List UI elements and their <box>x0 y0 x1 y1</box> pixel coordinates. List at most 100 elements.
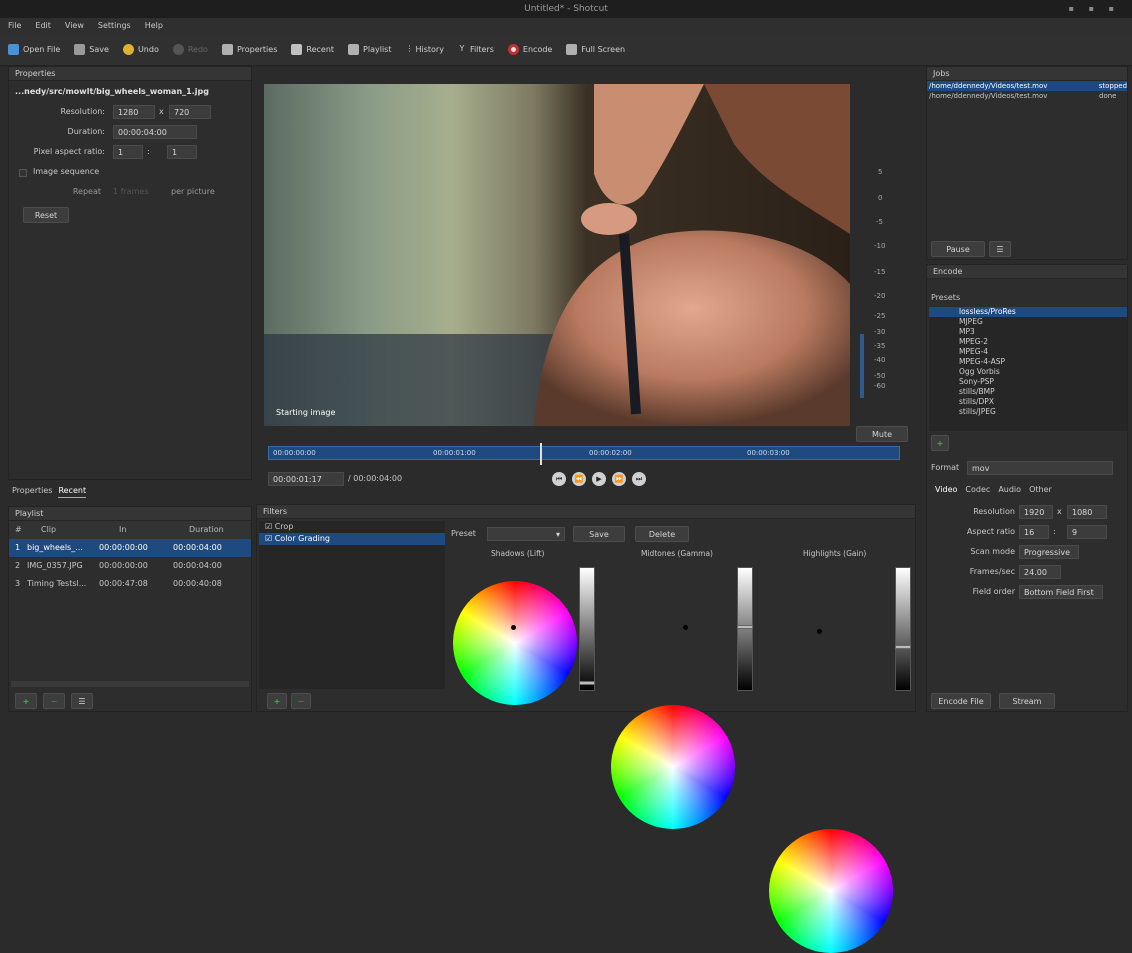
wheel-cursor[interactable] <box>817 629 822 634</box>
jobs-menu-button[interactable]: ☰ <box>989 241 1011 257</box>
menu-file[interactable]: File <box>8 18 21 34</box>
play-icon[interactable]: ▶ <box>592 472 606 486</box>
image-sequence-checkbox[interactable] <box>19 169 27 177</box>
list-item[interactable]: MPEG-2 <box>929 337 1127 347</box>
list-item[interactable]: MJPEG <box>929 317 1127 327</box>
filter-checkbox[interactable]: ☑ <box>265 522 275 531</box>
video-viewer[interactable]: Starting image <box>264 84 850 426</box>
fullscreen-button[interactable]: Full Screen <box>566 44 625 55</box>
filter-remove-button[interactable]: − <box>291 693 311 709</box>
skip-previous-icon[interactable]: ⏮ <box>552 472 566 486</box>
mute-button[interactable]: Mute <box>856 426 908 442</box>
properties-button[interactable]: Properties <box>221 44 277 55</box>
field-order-dropdown[interactable]: Bottom Field First <box>1019 585 1103 599</box>
window-controls[interactable]: ▪ ▪ ▪ <box>1069 0 1120 18</box>
open-file-button[interactable]: Open File <box>8 44 60 55</box>
list-item[interactable]: MPEG-4-ASP <box>929 357 1127 367</box>
timeline-ruler[interactable]: 00:00:00:00 00:00:01:00 00:00:02:00 00:0… <box>268 443 900 465</box>
fast-forward-icon[interactable]: ⏩ <box>612 472 626 486</box>
color-wheel-highlights[interactable] <box>769 829 893 953</box>
filter-add-button[interactable]: + <box>267 693 287 709</box>
enc-res-height-field[interactable]: 1080 <box>1067 505 1107 519</box>
fps-label: Frames/sec <box>969 567 1015 576</box>
repeat-field[interactable]: 1 frames <box>113 187 149 196</box>
slider-shadows[interactable] <box>579 567 595 691</box>
skip-next-icon[interactable]: ⏭ <box>632 472 646 486</box>
duration-field[interactable]: 00:00:04:00 <box>113 125 197 139</box>
list-item[interactable]: lossless/ProRes <box>929 307 1127 317</box>
playlist-scrollbar[interactable] <box>11 681 249 687</box>
list-item[interactable]: Ogg Vorbis <box>929 367 1127 377</box>
col-number[interactable]: # <box>9 521 27 539</box>
save-button[interactable]: Save <box>74 44 109 55</box>
menu-edit[interactable]: Edit <box>35 18 51 34</box>
playlist-remove-button[interactable]: − <box>43 693 65 709</box>
filter-checkbox[interactable]: ☑ <box>265 534 275 543</box>
reset-button[interactable]: Reset <box>23 207 69 223</box>
tab-other[interactable]: Other <box>1029 485 1052 494</box>
col-in[interactable]: In <box>97 521 169 539</box>
enc-res-width-field[interactable]: 1920 <box>1019 505 1053 519</box>
redo-button[interactable]: Redo <box>172 44 208 55</box>
playlist-button[interactable]: Playlist <box>348 44 391 55</box>
res-width-field[interactable]: 1280 <box>113 105 155 119</box>
playlist-menu-button[interactable]: ☰ <box>71 693 93 709</box>
playlist-add-button[interactable]: + <box>15 693 37 709</box>
tab-audio[interactable]: Audio <box>998 485 1021 494</box>
fps-field[interactable]: 24.00 <box>1019 565 1061 579</box>
pause-button[interactable]: Pause <box>931 241 985 257</box>
table-row[interactable]: 1 big_wheels_... 00:00:00:00 00:00:04:00 <box>9 539 251 557</box>
par-b-field[interactable]: 1 <box>167 145 197 159</box>
list-item[interactable]: stills/DPX <box>929 397 1127 407</box>
slider-highlights[interactable] <box>895 567 911 691</box>
list-item[interactable]: /home/ddennedy/Videos/test.mov stopped <box>927 81 1127 91</box>
preset-add-button[interactable]: + <box>931 435 949 451</box>
recent-button[interactable]: Recent <box>291 44 334 55</box>
table-row[interactable]: 2 IMG_0357.JPG 00:00:00:00 00:00:04:00 <box>9 557 251 575</box>
preset-save-button[interactable]: Save <box>573 526 625 542</box>
list-item[interactable]: ☑ Color Grading <box>259 533 445 545</box>
list-item[interactable]: MP3 <box>929 327 1127 337</box>
list-item[interactable]: ☑ Crop <box>259 521 445 533</box>
color-wheel-midtones[interactable] <box>611 705 735 829</box>
format-dropdown[interactable]: mov <box>967 461 1113 475</box>
list-item[interactable]: stills/BMP <box>929 387 1127 397</box>
menu-settings[interactable]: Settings <box>98 18 131 34</box>
res-height-field[interactable]: 720 <box>169 105 211 119</box>
scan-mode-dropdown[interactable]: Progressive <box>1019 545 1079 559</box>
wheel-cursor[interactable] <box>511 625 516 630</box>
timecode-field[interactable]: 00:00:01:17 <box>268 472 344 486</box>
color-wheel-shadows[interactable] <box>453 581 577 705</box>
tab-recent[interactable]: Recent <box>58 484 87 498</box>
encode-file-button[interactable]: Encode File <box>931 693 991 709</box>
playhead[interactable] <box>540 443 542 465</box>
slider-midtones[interactable] <box>737 567 753 691</box>
tab-properties[interactable]: Properties <box>12 484 52 498</box>
par-a-field[interactable]: 1 <box>113 145 143 159</box>
history-button[interactable]: ⋮ History <box>405 44 443 55</box>
list-item[interactable]: Sony-PSP <box>929 377 1127 387</box>
slider-handle-highlights[interactable] <box>895 645 911 649</box>
slider-handle-shadows[interactable] <box>579 681 595 685</box>
preset-delete-button[interactable]: Delete <box>635 526 689 542</box>
list-item[interactable]: /home/ddennedy/Videos/test.mov done <box>927 91 1127 101</box>
aspect-b-field[interactable]: 9 <box>1067 525 1107 539</box>
tab-codec[interactable]: Codec <box>965 485 990 494</box>
aspect-a-field[interactable]: 16 <box>1019 525 1049 539</box>
list-item[interactable]: stills/JPEG <box>929 407 1127 417</box>
encode-button[interactable]: Encode <box>507 44 552 55</box>
col-clip[interactable]: Clip <box>27 521 97 539</box>
wheel-cursor[interactable] <box>683 625 688 630</box>
preset-dropdown[interactable]: ▾ <box>487 527 565 541</box>
table-row[interactable]: 3 Timing Testsl... 00:00:47:08 00:00:40:… <box>9 575 251 593</box>
list-item[interactable]: MPEG-4 <box>929 347 1127 357</box>
col-duration[interactable]: Duration <box>169 521 247 539</box>
menu-view[interactable]: View <box>65 18 84 34</box>
menu-help[interactable]: Help <box>145 18 163 34</box>
tab-video[interactable]: Video <box>935 485 957 494</box>
rewind-icon[interactable]: ⏪ <box>572 472 586 486</box>
filters-button[interactable]: Y Filters <box>458 44 493 55</box>
slider-handle-midtones[interactable] <box>737 625 753 629</box>
stream-button[interactable]: Stream <box>999 693 1055 709</box>
undo-button[interactable]: Undo <box>122 44 159 55</box>
